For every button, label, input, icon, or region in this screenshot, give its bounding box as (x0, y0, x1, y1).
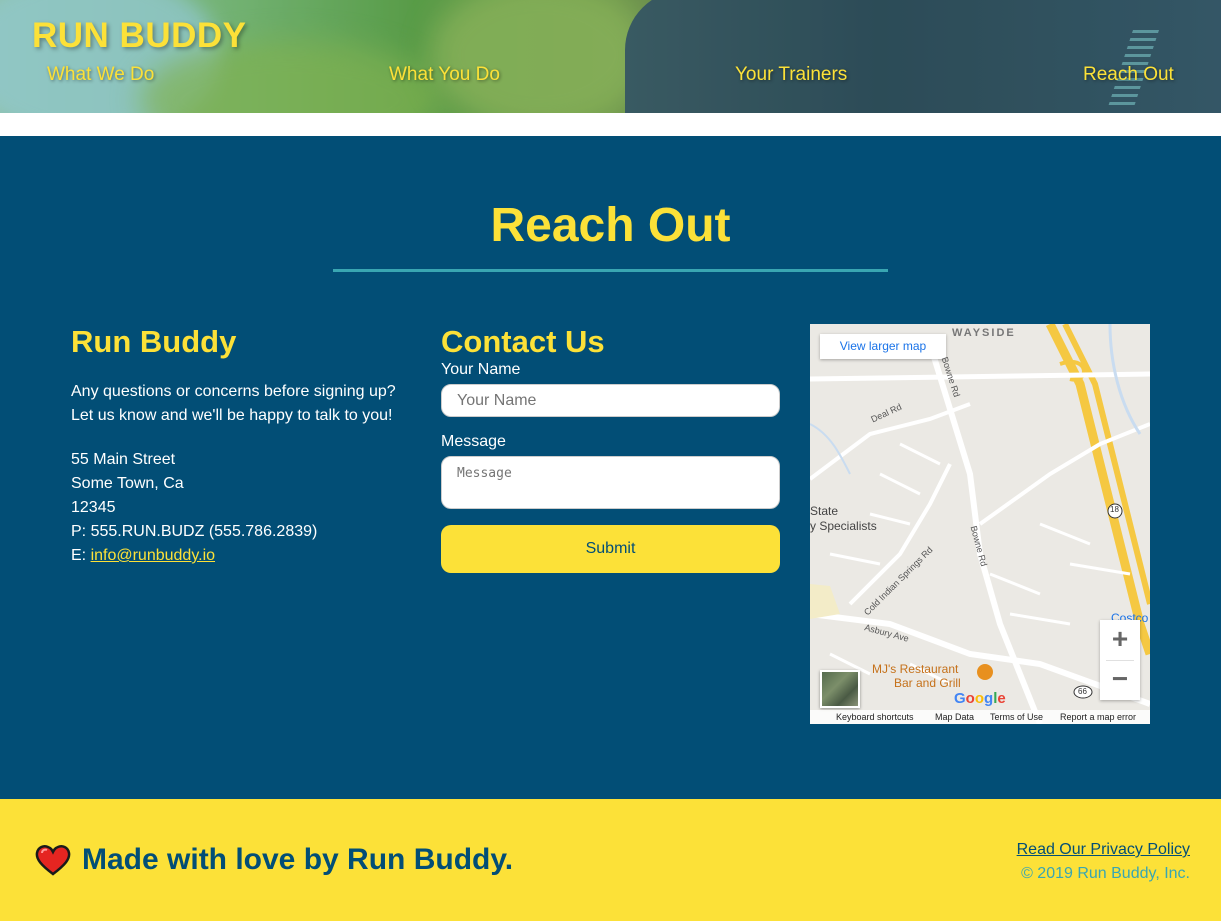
address-zip: 12345 (71, 499, 116, 516)
address-street: 55 Main Street (71, 451, 176, 468)
reach-out-section: Reach Out Run Buddy Any questions or con… (0, 136, 1221, 799)
site-footer: Made with love by Run Buddy. Read Our Pr… (0, 799, 1221, 921)
zoom-out-button[interactable]: − (1100, 660, 1140, 700)
embedded-map[interactable]: View larger map WAYSIDE Bowne Rd Deal Rd… (810, 324, 1150, 724)
phone-number: P: 555.RUN.BUDZ (555.786.2839) (71, 523, 318, 540)
heart-icon (35, 844, 71, 881)
made-with-love-text: Made with love by Run Buddy. (82, 843, 514, 876)
view-larger-map-button[interactable]: View larger map (820, 334, 946, 359)
email-link[interactable]: info@runbuddy.io (91, 547, 215, 564)
report-map-error-link[interactable]: Report a map error (1060, 712, 1136, 722)
terms-of-use-link[interactable]: Terms of Use (990, 712, 1043, 722)
zoom-in-button[interactable]: + (1100, 620, 1140, 660)
map-label: WAYSIDE (952, 327, 1016, 339)
title-divider (333, 269, 888, 272)
message-label: Message (441, 433, 506, 450)
satellite-toggle[interactable] (820, 670, 860, 708)
copyright-text: © 2019 Run Buddy, Inc. (1021, 865, 1190, 882)
site-header: RUN BUDDY What We Do What You Do Your Tr… (0, 0, 1221, 113)
map-footer-bar: Keyboard shortcuts Map Data Terms of Use… (810, 710, 1150, 724)
nav-your-trainers[interactable]: Your Trainers (735, 64, 847, 86)
description-line: Let us know and we'll be happy to talk t… (71, 407, 393, 424)
name-label: Your Name (441, 361, 521, 378)
name-input[interactable]: Your Name (441, 384, 780, 417)
message-textarea[interactable]: Message (441, 456, 780, 509)
keyboard-shortcuts-link[interactable]: Keyboard shortcuts (836, 712, 914, 722)
site-logo[interactable]: RUN BUDDY (32, 16, 247, 56)
submit-button[interactable]: Submit (441, 525, 780, 573)
company-address: 55 Main Street Some Town, Ca 12345 P: 55… (71, 448, 317, 568)
nav-what-you-do[interactable]: What You Do (389, 64, 500, 86)
section-title: Reach Out (490, 199, 731, 252)
map-label: MJ's Restaurant (872, 662, 959, 676)
map-label: y Specialists (810, 519, 877, 533)
email-prefix: E: (71, 547, 91, 564)
email-line: E: info@runbuddy.io (71, 544, 317, 568)
map-label: Bar and Grill (894, 676, 961, 690)
map-label: State (810, 504, 839, 518)
route-marker: 18 (1110, 505, 1119, 514)
company-description: Any questions or concerns before signing… (71, 380, 396, 428)
nav-what-we-do[interactable]: What We Do (47, 64, 154, 86)
google-logo: Google (954, 690, 1006, 707)
map-zoom-controls: + − (1100, 620, 1140, 700)
address-city: Some Town, Ca (71, 475, 184, 492)
contact-heading: Contact Us (441, 324, 605, 359)
route-marker: 66 (1078, 687, 1087, 696)
description-line: Any questions or concerns before signing… (71, 383, 396, 400)
privacy-policy-link[interactable]: Read Our Privacy Policy (1017, 841, 1190, 859)
company-heading: Run Buddy (71, 324, 237, 359)
map-data-link[interactable]: Map Data (935, 712, 974, 722)
nav-reach-out[interactable]: Reach Out (1083, 64, 1174, 86)
